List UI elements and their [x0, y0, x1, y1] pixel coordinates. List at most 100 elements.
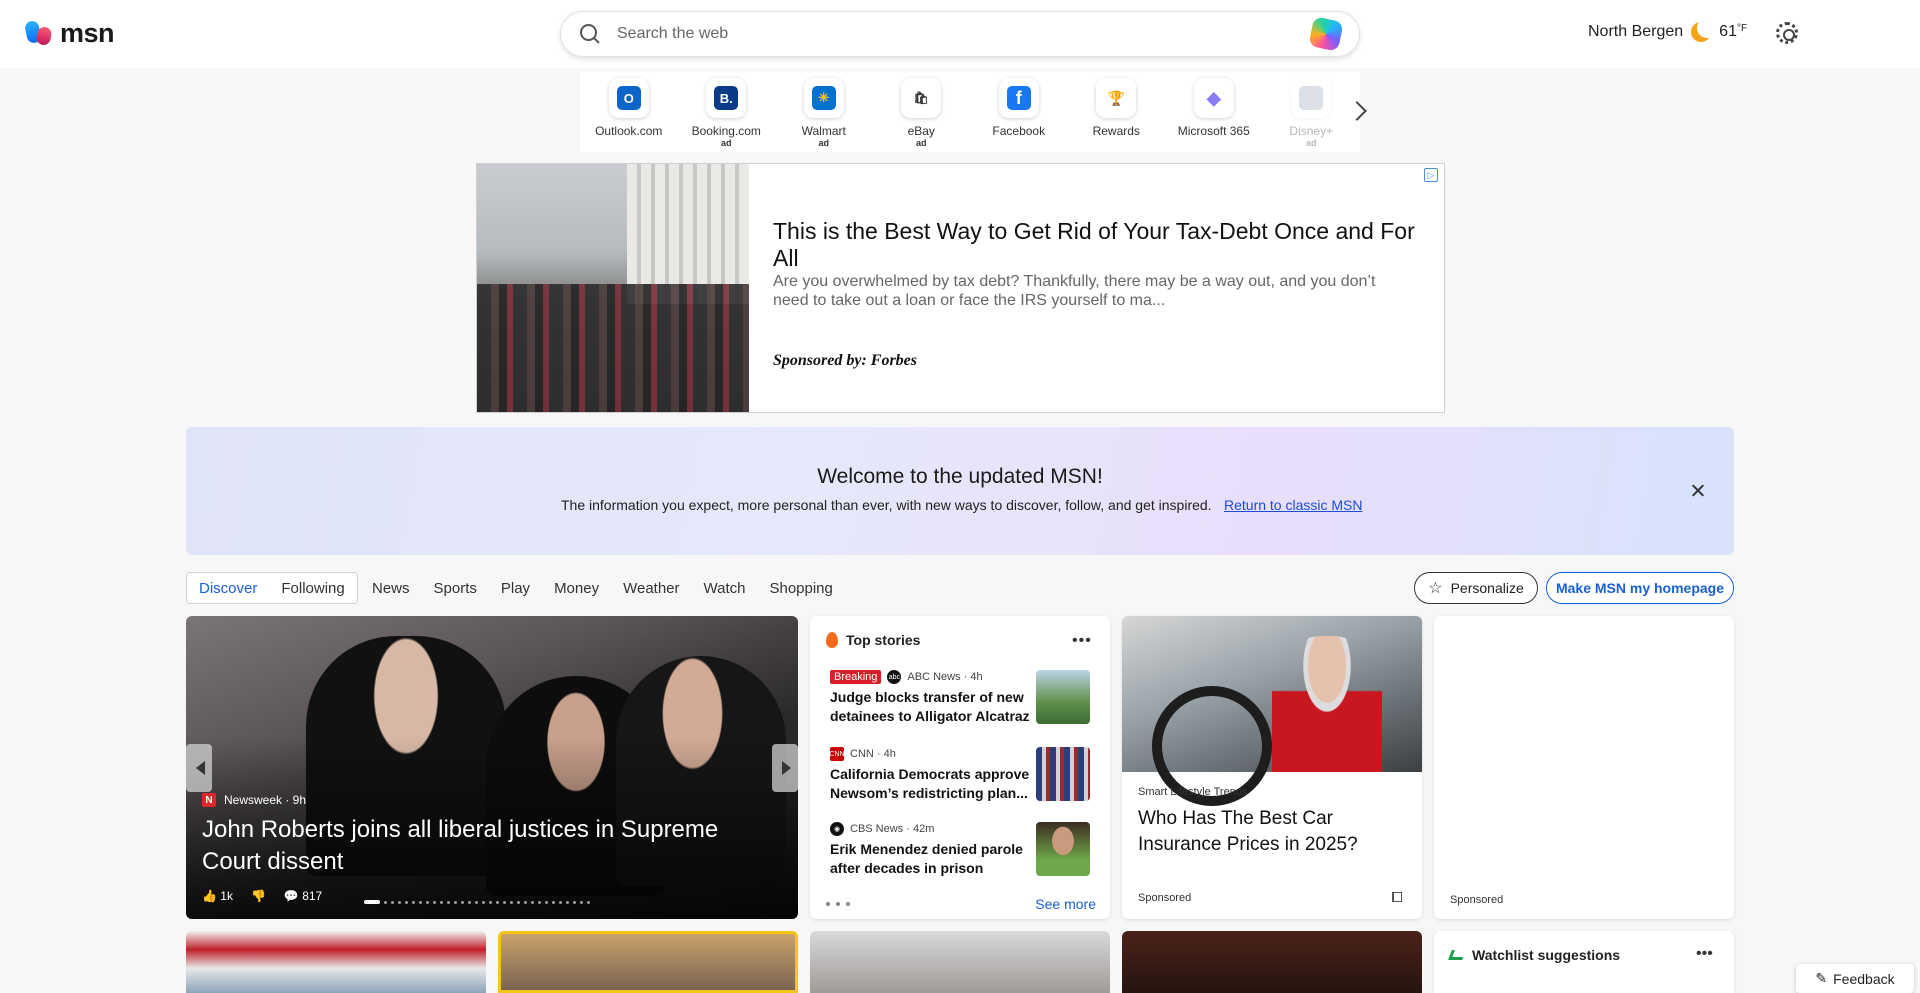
- tab-discover[interactable]: Discover: [187, 580, 269, 597]
- story-item[interactable]: CNN CNN · 4h California Democrats approv…: [829, 747, 1096, 813]
- sponsored-title[interactable]: Who Has The Best Car Insurance Prices in…: [1138, 806, 1398, 858]
- pager-dot[interactable]: [461, 900, 464, 904]
- pager-dot[interactable]: [496, 900, 499, 904]
- pager-dot[interactable]: [482, 900, 485, 904]
- return-classic-link[interactable]: Return to classic MSN: [1224, 497, 1362, 513]
- search-input[interactable]: [617, 25, 1311, 43]
- carousel-pager: [364, 900, 590, 904]
- feed-card-image[interactable]: [1122, 931, 1422, 993]
- pager-dot[interactable]: [475, 900, 478, 904]
- hero-title[interactable]: John Roberts joins all liberal justices …: [202, 814, 762, 878]
- pager-dot[interactable]: [364, 900, 380, 904]
- pager-dot[interactable]: [454, 900, 457, 904]
- tab-following[interactable]: Following: [269, 580, 356, 597]
- msn-logo[interactable]: msn: [23, 18, 115, 49]
- pager-dot[interactable]: [447, 900, 450, 904]
- more-options-icon[interactable]: •••: [1072, 632, 1092, 650]
- pager-dot[interactable]: [559, 900, 562, 904]
- quick-link-facebook[interactable]: f Facebook: [970, 72, 1068, 152]
- pager-dot[interactable]: [524, 900, 527, 904]
- pager-dot[interactable]: [538, 900, 541, 904]
- cbs-news-icon: ◉: [830, 822, 844, 836]
- pager-dot[interactable]: [545, 900, 548, 904]
- nav-money[interactable]: Money: [542, 580, 611, 597]
- top-bar: msn North Bergen 61°F: [0, 0, 1920, 68]
- feed-card-image[interactable]: [186, 931, 486, 993]
- pager-dot[interactable]: [468, 900, 471, 904]
- pager-dot[interactable]: [426, 900, 429, 904]
- report-ad-icon[interactable]: [1392, 892, 1402, 902]
- pager-dot[interactable]: [489, 900, 492, 904]
- feed-card-image[interactable]: [498, 931, 798, 993]
- nav-news[interactable]: News: [360, 580, 422, 597]
- story-thumbnail: [1036, 747, 1090, 801]
- search-box[interactable]: [560, 11, 1360, 57]
- ad-title[interactable]: This is the Best Way to Get Rid of Your …: [773, 218, 1444, 272]
- comments-button[interactable]: 💬 817: [284, 889, 322, 903]
- quick-link-walmart[interactable]: ✳ Walmart ad: [775, 72, 873, 152]
- pager-dot[interactable]: [398, 900, 401, 904]
- quick-link-label: Rewards: [1092, 124, 1140, 138]
- more-options-icon[interactable]: •••: [1696, 945, 1713, 963]
- close-icon[interactable]: [1690, 483, 1706, 499]
- quick-link-disney[interactable]: Disney+ ad: [1263, 72, 1361, 152]
- feed-card-image[interactable]: [810, 931, 1110, 993]
- dislike-icon[interactable]: 👎: [251, 889, 266, 903]
- search-icon: [579, 23, 601, 45]
- nav-sports[interactable]: Sports: [422, 580, 489, 597]
- pager-dot[interactable]: [580, 900, 583, 904]
- quick-link-outlook[interactable]: O Outlook.com: [580, 72, 678, 152]
- nav-shopping[interactable]: Shopping: [757, 580, 844, 597]
- quick-link-ebay[interactable]: 🛍 eBay ad: [873, 72, 971, 152]
- welcome-title: Welcome to the updated MSN!: [817, 465, 1103, 488]
- story-pager[interactable]: [826, 902, 850, 906]
- like-button[interactable]: 👍 1k: [202, 889, 233, 903]
- quick-link-microsoft365[interactable]: ◆ Microsoft 365: [1165, 72, 1263, 152]
- ad-image: [477, 164, 749, 412]
- quick-link-booking[interactable]: B. Booking.com ad: [678, 72, 776, 152]
- pager-dot[interactable]: [405, 900, 408, 904]
- personalize-button[interactable]: ☆ Personalize: [1414, 572, 1538, 604]
- copilot-icon[interactable]: [1308, 16, 1344, 52]
- hero-carousel[interactable]: N Newsweek · 9h John Roberts joins all l…: [186, 616, 798, 919]
- adchoices-icon[interactable]: ▷: [1424, 168, 1438, 182]
- pager-dot[interactable]: [573, 900, 576, 904]
- microsoft365-glyph: ◆: [1201, 86, 1226, 110]
- quick-link-rewards[interactable]: 🏆 Rewards: [1068, 72, 1166, 152]
- story-item[interactable]: Breaking abc ABC News · 4h Judge blocks …: [830, 670, 1096, 736]
- ebay-glyph: 🛍: [909, 86, 934, 110]
- booking-icon: B.: [706, 78, 747, 118]
- pager-dot[interactable]: [510, 900, 513, 904]
- story-item[interactable]: ◉ CBS News · 42m Erik Menendez denied pa…: [830, 822, 1096, 888]
- pager-dot[interactable]: [384, 900, 387, 904]
- pager-dot[interactable]: [391, 900, 394, 904]
- pager-dot[interactable]: [566, 900, 569, 904]
- feedback-button[interactable]: ✎ Feedback: [1796, 964, 1914, 993]
- nav-weather[interactable]: Weather: [611, 580, 691, 597]
- pager-dot[interactable]: [412, 900, 415, 904]
- see-more-link[interactable]: See more: [1035, 896, 1096, 912]
- pager-dot[interactable]: [552, 900, 555, 904]
- sponsored-card[interactable]: Smart Lifestyle Trends Who Has The Best …: [1122, 616, 1422, 919]
- pager-dot[interactable]: [503, 900, 506, 904]
- pager-dot[interactable]: [419, 900, 422, 904]
- weather-widget[interactable]: North Bergen 61°F: [1588, 22, 1747, 42]
- story-title[interactable]: California Democrats approve Newsom’s re…: [830, 765, 1030, 803]
- carousel-next-button[interactable]: [772, 744, 798, 792]
- settings-gear-icon[interactable]: [1776, 22, 1798, 44]
- sponsored-ad-banner[interactable]: This is the Best Way to Get Rid of Your …: [476, 163, 1445, 413]
- story-title[interactable]: Judge blocks transfer of new detainees t…: [830, 688, 1030, 726]
- ad-slot-card[interactable]: Sponsored: [1434, 616, 1734, 919]
- carousel-prev-button[interactable]: [186, 744, 212, 792]
- pager-dot[interactable]: [440, 900, 443, 904]
- pager-dot[interactable]: [587, 900, 590, 904]
- facebook-glyph: f: [1006, 86, 1031, 110]
- pager-dot[interactable]: [531, 900, 534, 904]
- nav-watch[interactable]: Watch: [692, 580, 758, 597]
- pager-dot[interactable]: [517, 900, 520, 904]
- nav-play[interactable]: Play: [489, 580, 542, 597]
- story-title[interactable]: Erik Menendez denied parole after decade…: [830, 840, 1030, 878]
- make-homepage-button[interactable]: Make MSN my homepage: [1546, 572, 1734, 604]
- breaking-badge: Breaking: [830, 670, 882, 684]
- pager-dot[interactable]: [433, 900, 436, 904]
